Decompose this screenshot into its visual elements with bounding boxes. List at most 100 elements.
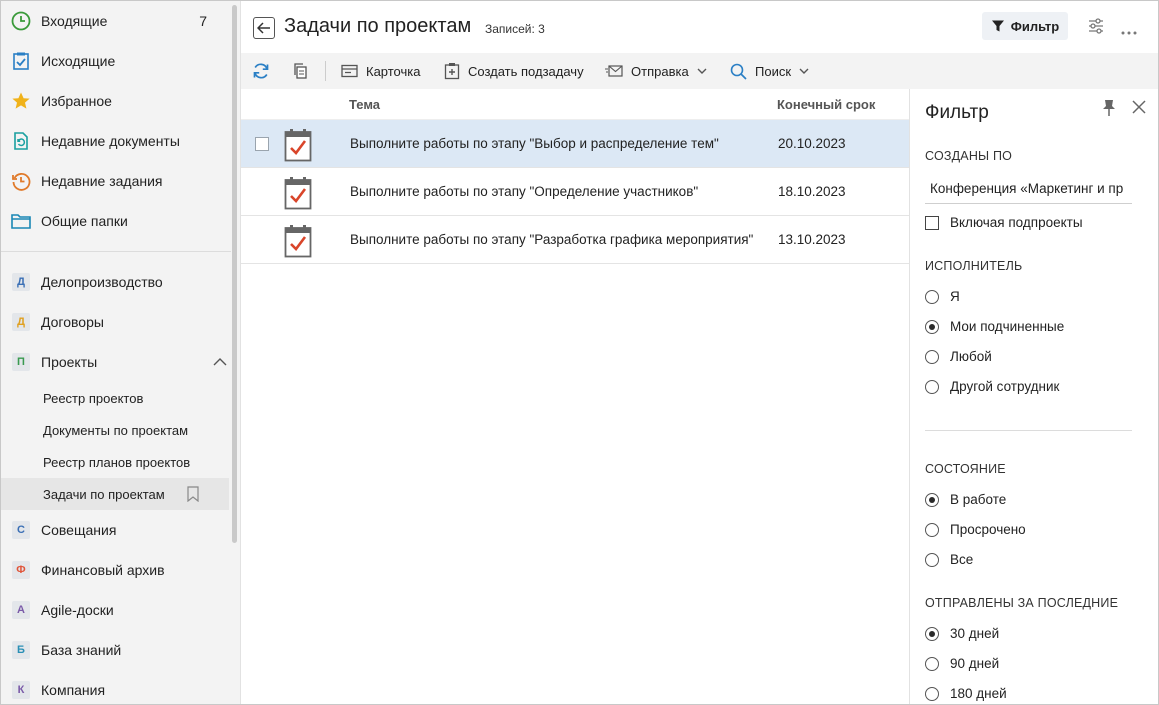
sidebar-section-meetings[interactable]: С Совещания: [1, 510, 229, 550]
inbox-count-badge: 7: [199, 13, 207, 29]
sidebar-item-label: Совещания: [41, 522, 117, 538]
chevron-up-icon[interactable]: [213, 355, 227, 372]
card-button[interactable]: Карточка: [341, 53, 420, 89]
sidebar-subitem-label: Документы по проектам: [43, 422, 189, 438]
sidebar-subitem-label: Задачи по проектам: [43, 486, 165, 502]
project-field[interactable]: Конференция «Маркетинг и пр: [925, 178, 1132, 204]
recent-document-icon: [1, 131, 41, 151]
sidebar-subitem-label: Реестр проектов: [43, 390, 144, 406]
close-icon[interactable]: [1132, 100, 1146, 117]
refresh-button[interactable]: [252, 53, 270, 89]
toolbar-separator: [325, 61, 326, 81]
sent-option-180-days[interactable]: 180 дней: [925, 686, 1007, 701]
card-icon: [341, 64, 358, 78]
sidebar-subitem-project-registry[interactable]: Реестр проектов: [1, 382, 229, 414]
section-letter-icon: Ф: [12, 561, 30, 579]
executor-option-any[interactable]: Любой: [925, 349, 992, 364]
table-row[interactable]: Выполните работы по этапу "Разработка гр…: [241, 216, 909, 264]
sidebar-section-financial-archive[interactable]: Ф Финансовый архив: [1, 550, 229, 590]
section-letter-icon: К: [12, 681, 30, 699]
checkbox[interactable]: [925, 215, 939, 230]
sidebar-item-label: Компания: [41, 682, 106, 698]
sent-option-90-days[interactable]: 90 дней: [925, 656, 999, 671]
table-row[interactable]: Выполните работы по этапу "Выбор и распр…: [241, 120, 909, 168]
sidebar-item-label: Недавние документы: [41, 133, 180, 149]
sent-option-30-days[interactable]: 30 дней: [925, 626, 999, 641]
create-subtask-button[interactable]: Создать подзадачу: [444, 53, 584, 89]
sidebar-section-contracts[interactable]: Д Договоры: [1, 302, 229, 342]
sidebar-section-knowledge-base[interactable]: Б База знаний: [1, 630, 229, 670]
task-subject: Выполните работы по этапу "Определение у…: [350, 184, 699, 199]
table-header: Тема Конечный срок: [241, 89, 909, 120]
row-checkbox[interactable]: [255, 137, 269, 151]
sidebar-subitem-project-plans[interactable]: Реестр планов проектов: [1, 446, 229, 478]
radio-button[interactable]: [925, 522, 939, 537]
section-letter-icon: Д: [12, 313, 30, 331]
state-option-overdue[interactable]: Просрочено: [925, 522, 1026, 537]
sidebar-scrollbar[interactable]: [232, 5, 237, 543]
back-button[interactable]: [253, 17, 275, 39]
send-button-label: Отправка: [631, 63, 689, 79]
sidebar-section-agile-boards[interactable]: A Agile-доски: [1, 590, 229, 630]
sidebar-section-projects[interactable]: П Проекты: [1, 342, 229, 382]
radio-button[interactable]: [925, 379, 939, 394]
task-subject: Выполните работы по этапу "Разработка гр…: [350, 232, 754, 247]
radio-button[interactable]: [925, 289, 939, 304]
sidebar-subitem-project-documents[interactable]: Документы по проектам: [1, 414, 229, 446]
sidebar-item-label: Agile-доски: [41, 602, 114, 618]
recent-tasks-icon: [1, 171, 41, 191]
radio-label: 30 дней: [950, 626, 1000, 641]
section-letter-icon: С: [12, 521, 30, 539]
filter-panel-title: Фильтр: [925, 102, 989, 123]
executor-option-subordinates[interactable]: Мои подчиненные: [925, 319, 1064, 334]
radio-label: Мои подчиненные: [950, 319, 1065, 334]
sidebar-item-favorites[interactable]: Избранное: [1, 81, 229, 121]
star-icon: [1, 91, 41, 111]
sidebar-subitem-label: Реестр планов проектов: [43, 454, 191, 470]
checklist-icon: [1, 51, 41, 71]
toolbar: Карточка Создать подзадачу Отправка Поис…: [241, 53, 1158, 89]
chevron-down-icon: [697, 68, 707, 74]
app-window: Входящие 7 Исходящие Избранное Недавние …: [0, 0, 1159, 705]
sidebar-item-recent-documents[interactable]: Недавние документы: [1, 121, 229, 161]
sidebar-subitem-project-tasks[interactable]: Задачи по проектам: [1, 478, 229, 510]
settings-sliders-icon[interactable]: [1087, 17, 1105, 38]
sidebar-section-company[interactable]: К Компания: [1, 670, 229, 704]
include-subprojects-checkbox[interactable]: Включая подпроекты: [925, 215, 1083, 230]
section-title-executor: ИСПОЛНИТЕЛЬ: [925, 259, 1023, 273]
sidebar-section-records-management[interactable]: Д Делопроизводство: [1, 262, 229, 302]
section-letter-icon: A: [12, 601, 30, 619]
sidebar-item-outbox[interactable]: Исходящие: [1, 41, 229, 81]
column-header-subject[interactable]: Тема: [349, 97, 380, 112]
radio-button[interactable]: [925, 656, 939, 671]
radio-button[interactable]: [925, 552, 939, 567]
radio-button[interactable]: [925, 492, 939, 507]
executor-option-me[interactable]: Я: [925, 289, 960, 304]
sidebar-item-inbox[interactable]: Входящие 7: [1, 1, 229, 41]
more-options-icon[interactable]: [1121, 23, 1137, 39]
search-dropdown-button[interactable]: Поиск: [730, 53, 809, 89]
pin-icon[interactable]: [1102, 99, 1116, 120]
radio-button[interactable]: [925, 686, 939, 701]
copy-button[interactable]: [292, 53, 308, 89]
column-header-due-date[interactable]: Конечный срок: [777, 97, 875, 112]
task-subject: Выполните работы по этапу "Выбор и распр…: [350, 136, 719, 151]
state-option-in-progress[interactable]: В работе: [925, 492, 1006, 507]
sidebar-item-recent-tasks[interactable]: Недавние задания: [1, 161, 229, 201]
radio-button[interactable]: [925, 319, 939, 334]
bookmark-icon[interactable]: [187, 486, 199, 505]
send-dropdown-button[interactable]: Отправка: [605, 53, 707, 89]
card-button-label: Карточка: [366, 63, 421, 79]
radio-button[interactable]: [925, 626, 939, 641]
filter-button[interactable]: Фильтр: [982, 12, 1068, 40]
radio-label: Любой: [950, 349, 992, 364]
sidebar: Входящие 7 Исходящие Избранное Недавние …: [1, 1, 241, 704]
search-icon: [730, 63, 747, 80]
executor-option-other-employee[interactable]: Другой сотрудник: [925, 379, 1059, 394]
radio-button[interactable]: [925, 349, 939, 364]
page-header: Задачи по проектам Записей: 3 Фильтр: [241, 1, 1158, 53]
table-row[interactable]: Выполните работы по этапу "Определение у…: [241, 168, 909, 216]
state-option-all[interactable]: Все: [925, 552, 973, 567]
sidebar-item-shared-folders[interactable]: Общие папки: [1, 201, 229, 241]
radio-label: 180 дней: [950, 686, 1007, 701]
